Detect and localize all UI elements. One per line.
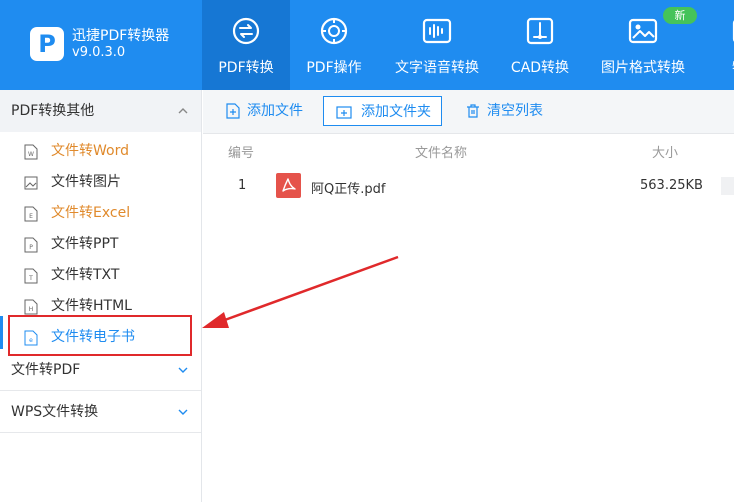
sidebar-item-to-word[interactable]: W 文件转Word xyxy=(0,136,201,167)
audio-wave-icon xyxy=(422,18,452,44)
row-action-stub xyxy=(721,177,734,195)
row-index: 1 xyxy=(238,178,247,193)
group-label: 文件转PDF xyxy=(11,362,81,378)
toolbar: 添加文件 添加文件夹 清空列表 xyxy=(203,90,734,134)
main-tabs: PDF转换 PDF操作 文字语音转换 CAD转换 图片格式转换 新 xyxy=(202,0,734,90)
sidebar-group-wps[interactable]: WPS文件转换 xyxy=(0,391,201,433)
tab-label: PDF转换 xyxy=(218,60,274,76)
group-label: WPS文件转换 xyxy=(11,404,99,420)
sidebar-item-label: 文件转HTML xyxy=(51,298,132,314)
sidebar-item-label: 文件转Excel xyxy=(51,205,131,221)
tab-pdf-operate[interactable]: PDF操作 xyxy=(290,0,378,90)
logo-letter: P xyxy=(38,30,56,58)
top-bar: P 迅捷PDF转换器 v9.0.3.0 PDF转换 PDF操作 文字语音转换 C… xyxy=(0,0,734,90)
tab-label: 图片格式转换 xyxy=(601,60,685,76)
sidebar-item-to-excel[interactable]: E 文件转Excel xyxy=(0,198,201,229)
row-size: 563.25KB xyxy=(640,178,703,193)
add-file-icon xyxy=(226,103,240,119)
excel-file-icon: E xyxy=(24,206,38,222)
add-folder-button[interactable]: 添加文件夹 xyxy=(323,96,442,126)
image-file-icon xyxy=(24,176,38,190)
tab-label: CAD转换 xyxy=(510,60,570,76)
tab-label: PDF操作 xyxy=(306,60,362,76)
txt-file-icon: T xyxy=(24,268,38,284)
column-header-name: 文件名称 xyxy=(415,146,468,161)
svg-text:P: P xyxy=(29,244,33,251)
svg-text:E: E xyxy=(29,213,33,220)
sidebar-item-label: 文件转TXT xyxy=(51,267,120,283)
chevron-up-icon xyxy=(178,108,188,114)
sidebar: PDF转换其他 W 文件转Word 文件转图片 E 文件转Excel P 文件转… xyxy=(0,90,202,502)
tab-label: 文字语音转换 xyxy=(395,60,479,76)
svg-text:H: H xyxy=(29,306,34,313)
trash-icon xyxy=(467,104,479,118)
sidebar-item-label: 文件转图片 xyxy=(51,174,121,190)
row-filename: 阿Q正传.pdf xyxy=(311,182,386,197)
tab-feature[interactable]: 特色 xyxy=(702,0,734,90)
app-name: 迅捷PDF转换器 xyxy=(72,28,170,44)
html-file-icon: H xyxy=(24,299,38,315)
feature-icon xyxy=(732,20,734,42)
brand: P 迅捷PDF转换器 v9.0.3.0 xyxy=(0,0,202,90)
svg-text:T: T xyxy=(28,275,33,282)
tab-text-speech[interactable]: 文字语音转换 xyxy=(378,0,496,90)
ppt-file-icon: P xyxy=(24,237,38,253)
sidebar-item-to-txt[interactable]: T 文件转TXT xyxy=(0,260,201,291)
clear-list-label: 清空列表 xyxy=(487,103,543,119)
group-label: PDF转换其他 xyxy=(11,103,95,119)
add-folder-icon xyxy=(336,106,352,119)
svg-text:W: W xyxy=(28,151,34,158)
add-file-label: 添加文件 xyxy=(247,103,303,119)
new-badge: 新 xyxy=(663,7,697,24)
sidebar-item-label: 文件转PPT xyxy=(51,236,119,252)
sidebar-group-pdf-other[interactable]: PDF转换其他 xyxy=(0,90,201,132)
pdf-file-icon xyxy=(276,173,301,198)
clear-list-button[interactable]: 清空列表 xyxy=(465,96,549,126)
sidebar-item-label: 文件转Word xyxy=(51,143,129,159)
add-folder-label: 添加文件夹 xyxy=(361,104,431,120)
column-header-index: 编号 xyxy=(228,146,255,161)
sidebar-group-to-pdf[interactable]: 文件转PDF xyxy=(0,349,201,391)
app-version: v9.0.3.0 xyxy=(72,45,126,60)
cad-icon xyxy=(526,17,554,45)
sidebar-item-to-ppt[interactable]: P 文件转PPT xyxy=(0,229,201,260)
tab-cad[interactable]: CAD转换 xyxy=(496,0,584,90)
app-logo: P xyxy=(30,27,64,61)
column-header-size: 大小 xyxy=(652,146,679,161)
tab-pdf-convert[interactable]: PDF转换 xyxy=(202,0,290,90)
pdf-operate-icon xyxy=(320,17,348,45)
image-icon xyxy=(628,18,658,44)
word-file-icon: W xyxy=(24,144,38,160)
chevron-down-icon xyxy=(178,367,188,373)
chevron-down-icon xyxy=(178,409,188,415)
divider xyxy=(0,432,201,433)
sidebar-item-to-image[interactable]: 文件转图片 xyxy=(0,167,201,198)
tab-label: 特色 xyxy=(702,57,734,77)
add-file-button[interactable]: 添加文件 xyxy=(225,96,307,126)
pdf-convert-icon xyxy=(232,17,260,45)
